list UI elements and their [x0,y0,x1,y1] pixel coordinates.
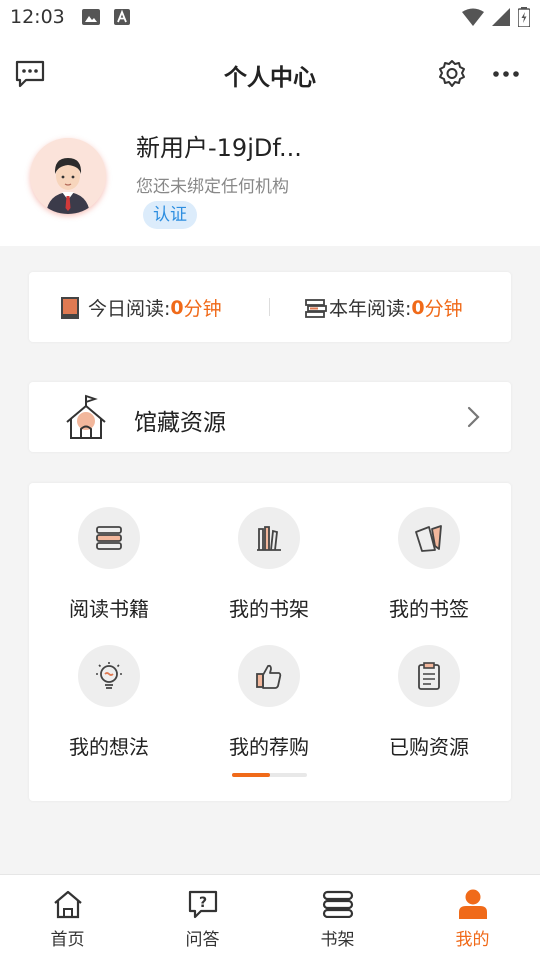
signal-icon [492,8,510,26]
library-resources-row[interactable]: 馆藏资源 [29,382,511,452]
bottom-tab-bar: 首页 ? 问答 书架 我的 [0,874,540,960]
user-name[interactable]: 新用户-19jDf... [136,128,302,163]
book-cover-icon [61,296,79,319]
grid-icon-bg [238,507,300,569]
function-grid-card: 阅读书籍 我的书架 我的书签 我的想法 我的荐购 已购资源 [29,483,511,801]
grid-item-purchased-resources[interactable]: 已购资源 [349,645,509,760]
status-time: 12:03 [10,6,65,28]
grid-icon-bg [398,645,460,707]
chevron-right-icon [467,406,480,428]
grid-item-read-books[interactable]: 阅读书籍 [29,507,189,622]
tab-qa[interactable]: ? 问答 [135,875,270,960]
more-button[interactable] [488,56,524,92]
tab-bookshelf[interactable]: 书架 [270,875,405,960]
bookshelf-tab-icon [322,890,353,918]
more-dots-icon [493,71,519,77]
text-notification-icon [114,9,130,25]
tab-label: 我的 [455,930,490,950]
lightbulb-icon [96,662,122,689]
grid-label: 我的荐购 [229,735,309,759]
divider [269,298,270,316]
today-reading-unit: 分钟 [183,298,222,320]
image-notification-icon [82,9,100,25]
year-reading-value: 0 [411,296,425,319]
grid-item-my-thoughts[interactable]: 我的想法 [29,645,189,760]
wifi-icon [462,8,484,26]
status-bar: 12:03 [0,0,540,36]
grid-label: 已购资源 [389,735,469,759]
grid-item-my-bookshelf[interactable]: 我的书架 [189,507,349,622]
reading-stats-card: 今日阅读: 0 分钟 本年阅读: 0 分钟 [29,272,511,342]
grid-label: 我的书架 [229,597,309,621]
tab-mine[interactable]: 我的 [405,875,540,960]
page-indicator [232,773,307,777]
today-reading-value: 0 [170,296,184,319]
year-reading-label: 本年阅读: [329,298,412,320]
profile-section: 新用户-19jDf... 您还未绑定任何机构 认证 [0,112,540,246]
book-stack-small-icon [305,298,327,318]
grid-item-my-bookmarks[interactable]: 我的书签 [349,507,509,622]
grid-icon-bg [78,507,140,569]
home-icon [53,890,82,919]
today-reading-label: 今日阅读: [88,298,171,320]
bookmark-icon [415,525,442,552]
today-reading: 今日阅读: 0 分钟 [61,294,222,321]
battery-icon [518,7,530,27]
svg-text:?: ? [198,895,206,911]
tab-icon-wrap [405,887,540,921]
clipboard-icon [418,662,440,690]
year-reading-unit: 分钟 [424,298,463,320]
person-icon [458,889,487,919]
library-resources-label: 馆藏资源 [134,410,226,436]
tab-icon-wrap [270,887,405,921]
certify-button[interactable]: 认证 [143,201,197,229]
thumbs-up-icon [256,664,282,689]
status-notifications [82,9,130,25]
page-indicator-active [232,773,270,777]
year-reading: 本年阅读: 0 分钟 [305,294,463,321]
institution-status: 您还未绑定任何机构 [136,177,289,197]
user-avatar-icon [30,138,106,214]
grid-item-my-recommendations[interactable]: 我的荐购 [189,645,349,760]
library-building-icon [66,394,106,439]
grid-label: 我的想法 [69,735,149,759]
tab-home[interactable]: 首页 [0,875,135,960]
tab-icon-wrap [0,887,135,921]
books-stack-icon [96,526,122,550]
grid-icon-bg [238,645,300,707]
tab-icon-wrap: ? [135,887,270,921]
settings-button[interactable] [434,56,470,92]
tab-label: 书架 [320,930,355,950]
grid-icon-bg [398,507,460,569]
grid-label: 阅读书籍 [69,597,149,621]
grid-label: 我的书签 [389,597,469,621]
tab-label: 问答 [185,930,220,950]
question-chat-icon: ? [188,890,217,919]
bookshelf-icon [257,526,281,551]
grid-icon-bg [78,645,140,707]
tab-label: 首页 [50,930,85,950]
avatar[interactable] [30,138,106,214]
app-bar: 个人中心 [0,36,540,112]
gear-icon [439,60,465,87]
status-system-icons [462,7,530,27]
